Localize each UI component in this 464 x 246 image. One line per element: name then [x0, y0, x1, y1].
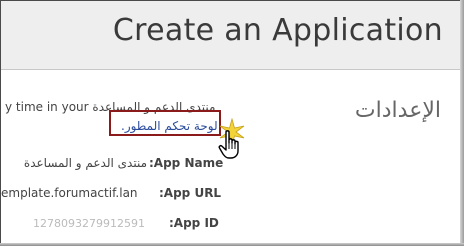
app-url-label: :App URL: [159, 186, 222, 200]
window-shadow-right: [460, 0, 464, 246]
page-header: Create an Application: [1, 1, 463, 70]
settings-heading: الإعدادات: [354, 98, 441, 123]
description-fragment: y time in your: [5, 100, 89, 114]
app-name-label: :App Name: [149, 156, 224, 170]
app-id-label: :App ID: [169, 216, 219, 230]
page-title: Create an Application: [112, 13, 443, 48]
app-id-value: 1278093279912591: [33, 217, 145, 230]
developer-panel-link[interactable]: لوحة تحكم المطور.: [121, 119, 218, 133]
hand-pointer-icon: [218, 130, 239, 159]
app-name-value: منتدى الدعم و المساعدة: [23, 156, 147, 170]
app-window: Create an Application الإعدادات y time i…: [0, 0, 464, 246]
app-url-value: emplate.forumactif.lan: [1, 186, 138, 200]
